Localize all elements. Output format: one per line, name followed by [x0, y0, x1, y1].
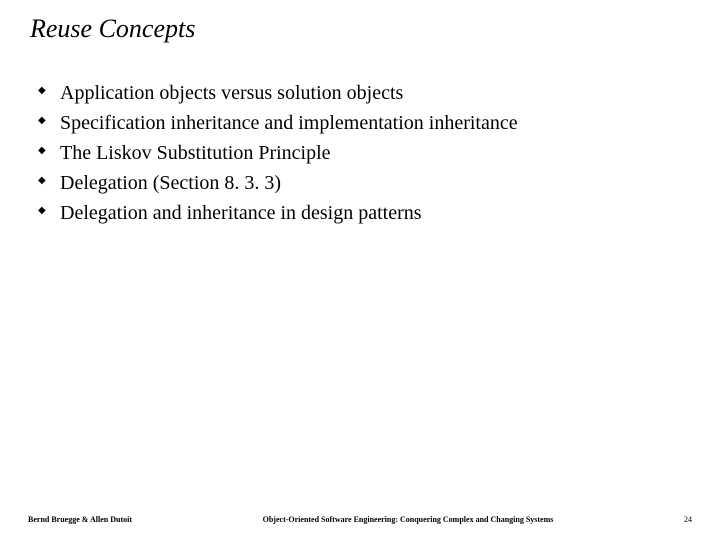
- bullet-icon: ◆: [38, 140, 60, 162]
- footer-book-title: Object-Oriented Software Engineering: Co…: [132, 515, 684, 524]
- bullet-text: Delegation and inheritance in design pat…: [60, 200, 422, 226]
- bullet-icon: ◆: [38, 110, 60, 132]
- footer-page-number: 24: [684, 515, 692, 524]
- bullet-list: ◆ Application objects versus solution ob…: [0, 44, 720, 226]
- bullet-text: Specification inheritance and implementa…: [60, 110, 518, 136]
- slide-title: Reuse Concepts: [0, 0, 720, 44]
- list-item: ◆ The Liskov Substitution Principle: [38, 140, 720, 166]
- bullet-text: Application objects versus solution obje…: [60, 80, 403, 106]
- slide-footer: Bernd Bruegge & Allen Dutoit Object-Orie…: [0, 515, 720, 524]
- list-item: ◆ Specification inheritance and implemen…: [38, 110, 720, 136]
- list-item: ◆ Delegation (Section 8. 3. 3): [38, 170, 720, 196]
- footer-author: Bernd Bruegge & Allen Dutoit: [28, 515, 132, 524]
- list-item: ◆ Application objects versus solution ob…: [38, 80, 720, 106]
- list-item: ◆ Delegation and inheritance in design p…: [38, 200, 720, 226]
- bullet-text: The Liskov Substitution Principle: [60, 140, 331, 166]
- bullet-text: Delegation (Section 8. 3. 3): [60, 170, 281, 196]
- bullet-icon: ◆: [38, 80, 60, 102]
- bullet-icon: ◆: [38, 200, 60, 222]
- bullet-icon: ◆: [38, 170, 60, 192]
